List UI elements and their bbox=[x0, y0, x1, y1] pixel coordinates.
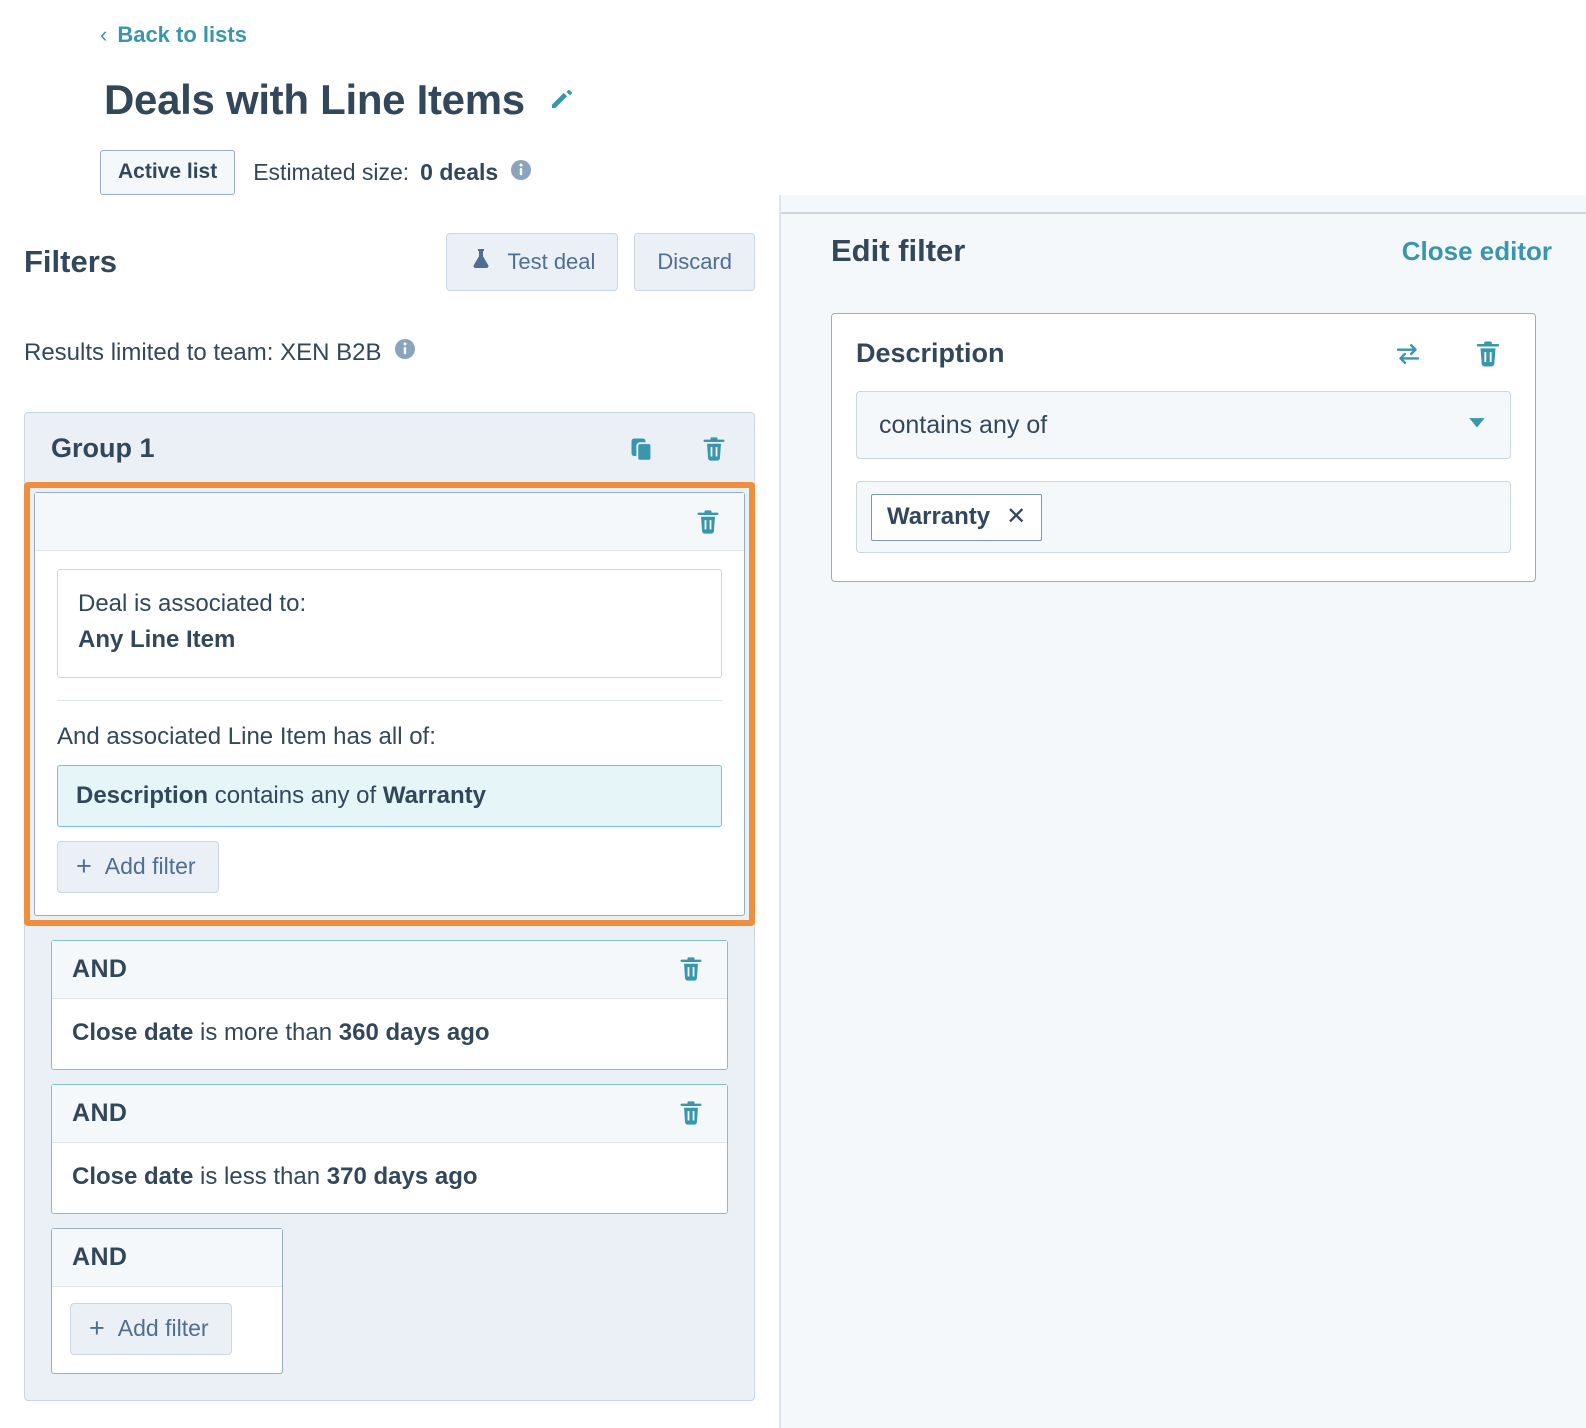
discard-label: Discard bbox=[657, 249, 732, 275]
operator-select[interactable]: contains any of bbox=[856, 391, 1511, 459]
filter-condition-card[interactable]: AND Close date is more than 360 days ago bbox=[51, 940, 728, 1070]
condition-connector-label: AND bbox=[72, 1099, 127, 1128]
edit-filter-panel: Edit filter Close editor Description bbox=[781, 195, 1586, 1428]
chevron-down-icon bbox=[1466, 411, 1488, 440]
condition-value: 370 days ago bbox=[327, 1163, 478, 1190]
value-token-label: Warranty bbox=[887, 503, 990, 531]
association-filter-card-header bbox=[35, 493, 744, 551]
filter-condition-text: Close date is more than 360 days ago bbox=[52, 999, 727, 1069]
info-icon[interactable] bbox=[509, 158, 533, 188]
plus-icon: + bbox=[89, 1315, 105, 1342]
condition-connector-label: AND bbox=[72, 955, 127, 984]
filter-group-header: Group 1 bbox=[25, 413, 754, 482]
title-row: Deals with Line Items bbox=[104, 76, 1586, 124]
edit-filter-toolbar: Edit filter Close editor bbox=[805, 233, 1562, 269]
filters-panel: Filters Test deal Discard Results limite… bbox=[0, 195, 781, 1428]
pencil-edit-icon[interactable] bbox=[547, 83, 577, 118]
operator-select-value: contains any of bbox=[879, 411, 1047, 440]
add-condition-card: AND + Add filter bbox=[51, 1228, 283, 1374]
delete-filter-icon[interactable] bbox=[1473, 339, 1503, 369]
test-deal-button[interactable]: Test deal bbox=[446, 233, 618, 291]
filters-toolbar-actions: Test deal Discard bbox=[446, 233, 755, 291]
remove-token-icon[interactable]: ✕ bbox=[1006, 505, 1026, 529]
list-meta-row: Active list Estimated size: 0 deals bbox=[100, 150, 1586, 195]
edit-filter-card-actions bbox=[1393, 339, 1511, 369]
filter-condition-header: AND bbox=[52, 1085, 727, 1143]
delete-condition-icon[interactable] bbox=[677, 1099, 705, 1127]
back-to-lists-link[interactable]: ‹ Back to lists bbox=[100, 22, 247, 48]
test-deal-label: Test deal bbox=[507, 249, 595, 275]
main-columns: Filters Test deal Discard Results limite… bbox=[0, 195, 1586, 1428]
association-divider bbox=[57, 700, 722, 701]
sub-filter-operator: contains any of bbox=[208, 782, 383, 809]
add-filter-button[interactable]: + Add filter bbox=[70, 1303, 232, 1355]
filter-group-title: Group 1 bbox=[51, 433, 155, 464]
association-sub-label: And associated Line Item has all of: bbox=[57, 723, 722, 751]
edit-filter-card-header: Description bbox=[856, 338, 1511, 369]
filter-condition-text: Close date is less than 370 days ago bbox=[52, 1143, 727, 1213]
plus-icon: + bbox=[76, 853, 92, 880]
delete-group-icon[interactable] bbox=[700, 435, 728, 463]
close-editor-link[interactable]: Close editor bbox=[1402, 236, 1552, 267]
delete-association-filter-icon[interactable] bbox=[694, 508, 722, 536]
association-object-label: Deal is associated to: bbox=[78, 587, 701, 622]
filter-condition-card[interactable]: AND Close date is less than 370 days ago bbox=[51, 1084, 728, 1214]
add-filter-label: Add filter bbox=[118, 1315, 209, 1342]
condition-value: 360 days ago bbox=[339, 1019, 490, 1046]
condition-operator: is more than bbox=[193, 1019, 338, 1046]
association-object-value: Any Line Item bbox=[78, 622, 701, 658]
filter-value-input[interactable]: Warranty ✕ bbox=[856, 481, 1511, 553]
edit-filter-card: Description bbox=[831, 313, 1536, 582]
filters-toolbar: Filters Test deal Discard bbox=[24, 233, 755, 291]
page-header: ‹ Back to lists Deals with Line Items Ac… bbox=[0, 0, 1586, 195]
delete-condition-icon[interactable] bbox=[677, 955, 705, 983]
chevron-left-icon: ‹ bbox=[100, 24, 107, 46]
back-to-lists-label: Back to lists bbox=[117, 22, 247, 48]
filter-group: Group 1 bbox=[24, 412, 755, 1401]
value-token[interactable]: Warranty ✕ bbox=[871, 494, 1042, 541]
filters-heading: Filters bbox=[24, 244, 117, 280]
info-icon[interactable] bbox=[393, 337, 417, 368]
association-filter-card[interactable]: Deal is associated to: Any Line Item And… bbox=[34, 492, 745, 916]
association-filter-body: Deal is associated to: Any Line Item And… bbox=[35, 551, 744, 915]
highlighted-filter-outline: Deal is associated to: Any Line Item And… bbox=[24, 482, 755, 926]
condition-property: Close date bbox=[72, 1163, 193, 1190]
estimated-size-label: Estimated size: bbox=[253, 159, 409, 186]
swap-property-icon[interactable] bbox=[1393, 339, 1423, 369]
filter-group-actions bbox=[628, 435, 728, 463]
add-condition-header: AND bbox=[52, 1229, 282, 1287]
filter-condition-header: AND bbox=[52, 941, 727, 999]
duplicate-group-icon[interactable] bbox=[628, 435, 656, 463]
association-object-selector[interactable]: Deal is associated to: Any Line Item bbox=[57, 569, 722, 678]
team-restriction-text: Results limited to team: XEN B2B bbox=[24, 339, 381, 367]
estimated-size: Estimated size: 0 deals bbox=[253, 158, 533, 188]
team-restriction-note: Results limited to team: XEN B2B bbox=[24, 337, 755, 368]
active-list-badge[interactable]: Active list bbox=[100, 150, 235, 195]
condition-property: Close date bbox=[72, 1019, 193, 1046]
edit-filter-property-name: Description bbox=[856, 338, 1005, 369]
flask-icon bbox=[469, 247, 493, 277]
estimated-size-value: 0 deals bbox=[420, 159, 498, 186]
condition-operator: is less than bbox=[193, 1163, 326, 1190]
sub-filter-value: Warranty bbox=[383, 782, 486, 809]
sub-filter-property: Description bbox=[76, 782, 208, 809]
trailing-connector-label: AND bbox=[72, 1243, 127, 1272]
discard-button[interactable]: Discard bbox=[634, 233, 755, 291]
add-sub-filter-button[interactable]: + Add filter bbox=[57, 841, 219, 893]
edit-filter-heading: Edit filter bbox=[831, 233, 965, 269]
association-sub-filter-chip[interactable]: Description contains any of Warranty bbox=[57, 765, 722, 827]
page-title: Deals with Line Items bbox=[104, 76, 525, 124]
add-sub-filter-label: Add filter bbox=[105, 853, 196, 880]
add-condition-body: + Add filter bbox=[52, 1287, 282, 1373]
